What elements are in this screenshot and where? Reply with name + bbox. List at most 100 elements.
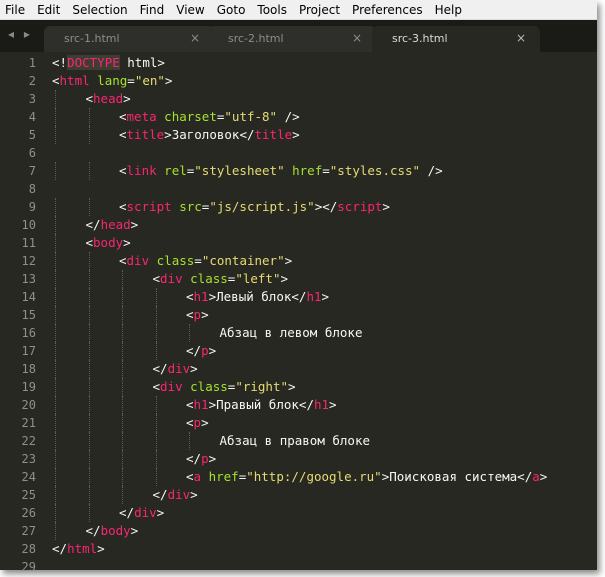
code-line[interactable]: </div> — [153, 486, 198, 504]
punctuation-token — [201, 469, 209, 484]
code-line[interactable]: </head> — [86, 216, 139, 234]
menu-view[interactable]: View — [170, 0, 210, 20]
tag-name-token: h1 — [313, 397, 330, 412]
tab-label: src-2.html — [228, 32, 284, 45]
tag-name-token: title — [254, 127, 293, 142]
tab-close-icon[interactable]: × — [516, 31, 526, 45]
tab-close-icon[interactable]: × — [190, 31, 200, 45]
code-line[interactable]: <h1>Правый блок</h1> — [186, 396, 337, 414]
punctuation-token: > — [208, 343, 217, 358]
code-line[interactable]: <script src="js/script.js"></script> — [119, 198, 390, 216]
menu-project[interactable]: Project — [293, 0, 346, 20]
code-line[interactable]: <div class="left"> — [153, 270, 289, 288]
indent-guide — [55, 342, 56, 360]
code-line[interactable]: </p> — [186, 342, 216, 360]
string-token: "js/script.js" — [209, 199, 315, 214]
punctuation-token — [285, 163, 293, 178]
menu-goto[interactable]: Goto — [211, 0, 252, 20]
punctuation-token: < — [52, 73, 60, 88]
code-line[interactable]: <p> — [186, 414, 209, 432]
tag-name-token: head — [93, 91, 124, 106]
attribute-token: lang — [97, 73, 128, 88]
menu-preferences[interactable]: Preferences — [346, 0, 429, 20]
tab-src-2[interactable]: src-2.html × — [208, 26, 376, 52]
indent-guide — [122, 396, 123, 414]
line-number: 17 — [21, 344, 36, 358]
indent-guide — [55, 306, 56, 324]
punctuation-token: > — [201, 415, 209, 430]
line-number: 29 — [21, 560, 36, 574]
code-editor[interactable]: 1 2 3 4 5 6 7 8 9 10 11 12 13 14 15 16 17 18 19 20 21 22 23 24 2… — [0, 52, 597, 574]
line-number: 16 — [21, 326, 36, 340]
punctuation-token: > — [97, 541, 105, 556]
tag-name-token: script — [126, 199, 172, 214]
indent-guide — [88, 252, 90, 270]
menu-edit[interactable]: Edit — [31, 0, 66, 20]
indent-guide — [88, 126, 90, 144]
code-line[interactable]: <a href="http://google.ru">Поисковая сис… — [186, 468, 547, 486]
punctuation-token: < — [186, 289, 194, 304]
line-number: 10 — [21, 218, 36, 232]
punctuation-token: > — [156, 505, 165, 520]
punctuation-token: < — [152, 271, 161, 286]
code-line[interactable]: </div> — [119, 504, 164, 522]
code-line[interactable]: <body> — [86, 234, 131, 252]
menu-help[interactable]: Help — [429, 0, 468, 20]
line-number: 4 — [28, 110, 36, 124]
code-line[interactable]: Абзац в правом блоке — [220, 432, 371, 450]
code-line[interactable]: <p> — [186, 306, 209, 324]
menu-tools[interactable]: Tools — [251, 0, 293, 20]
code-line[interactable]: <h1>Левый блок</h1> — [186, 288, 329, 306]
code-line[interactable]: <div class="right"> — [153, 378, 296, 396]
menu-file[interactable]: File — [0, 0, 31, 20]
code-line[interactable]: <!DOCTYPE html> — [52, 54, 165, 72]
code-line[interactable]: </html> — [52, 540, 105, 558]
code-line[interactable]: <title>Заголовок</title> — [119, 126, 300, 144]
string-token: "en" — [134, 73, 165, 88]
punctuation-token: </ — [186, 451, 202, 466]
indent-guide — [55, 198, 56, 216]
code-line[interactable]: <head> — [86, 90, 131, 108]
code-line[interactable]: <div class="container"> — [119, 252, 292, 270]
code-line[interactable]: </body> — [86, 522, 139, 540]
code-line[interactable]: </div> — [153, 360, 198, 378]
punctuation-token: </ — [298, 397, 314, 412]
punctuation-token: </ — [186, 343, 202, 358]
punctuation-token: </ — [239, 127, 255, 142]
indent-guide — [88, 306, 90, 324]
code-line[interactable]: </p> — [186, 450, 216, 468]
punctuation-token: > — [130, 523, 139, 538]
indent-guide — [122, 450, 123, 468]
punctuation-token: > — [208, 451, 217, 466]
attribute-token: href — [292, 163, 323, 178]
code-line[interactable]: Абзац в левом блоке — [220, 324, 363, 342]
punctuation-token: </ — [119, 505, 135, 520]
code-line[interactable]: <html lang="en"> — [52, 72, 172, 90]
punctuation-token: > — [280, 271, 288, 286]
menu-selection[interactable]: Selection — [66, 0, 133, 20]
code-line[interactable]: <meta charset="utf-8" /> — [119, 108, 300, 126]
string-token: "left" — [235, 271, 281, 286]
code-line[interactable]: <link rel="stylesheet" href="styles.css"… — [119, 162, 443, 180]
indent-guide — [55, 450, 56, 468]
punctuation-token: < — [152, 379, 161, 394]
indent-guide — [88, 468, 90, 486]
tab-src-3[interactable]: src-3.html × — [372, 26, 540, 52]
indent-guide — [122, 432, 123, 450]
indent-guide — [55, 90, 56, 108]
tag-name-token: div — [126, 253, 150, 268]
tab-close-icon[interactable]: × — [352, 31, 362, 45]
menu-find[interactable]: Find — [134, 0, 171, 20]
indent-guide — [55, 288, 56, 306]
tag-name-token: div — [160, 271, 183, 286]
punctuation-token — [183, 379, 191, 394]
tab-src-1[interactable]: src-1.html × — [44, 26, 214, 52]
doctype-token: DOCTYPE — [67, 55, 120, 70]
line-number: 5 — [28, 128, 36, 142]
punctuation-token: < — [119, 253, 127, 268]
indent-guide — [88, 288, 90, 306]
tag-name-token: h1 — [306, 289, 322, 304]
indent-guide — [88, 378, 90, 396]
tab-nav-arrows-icon[interactable]: ◂ ▸ — [8, 27, 33, 41]
punctuation-token: </ — [152, 487, 168, 502]
